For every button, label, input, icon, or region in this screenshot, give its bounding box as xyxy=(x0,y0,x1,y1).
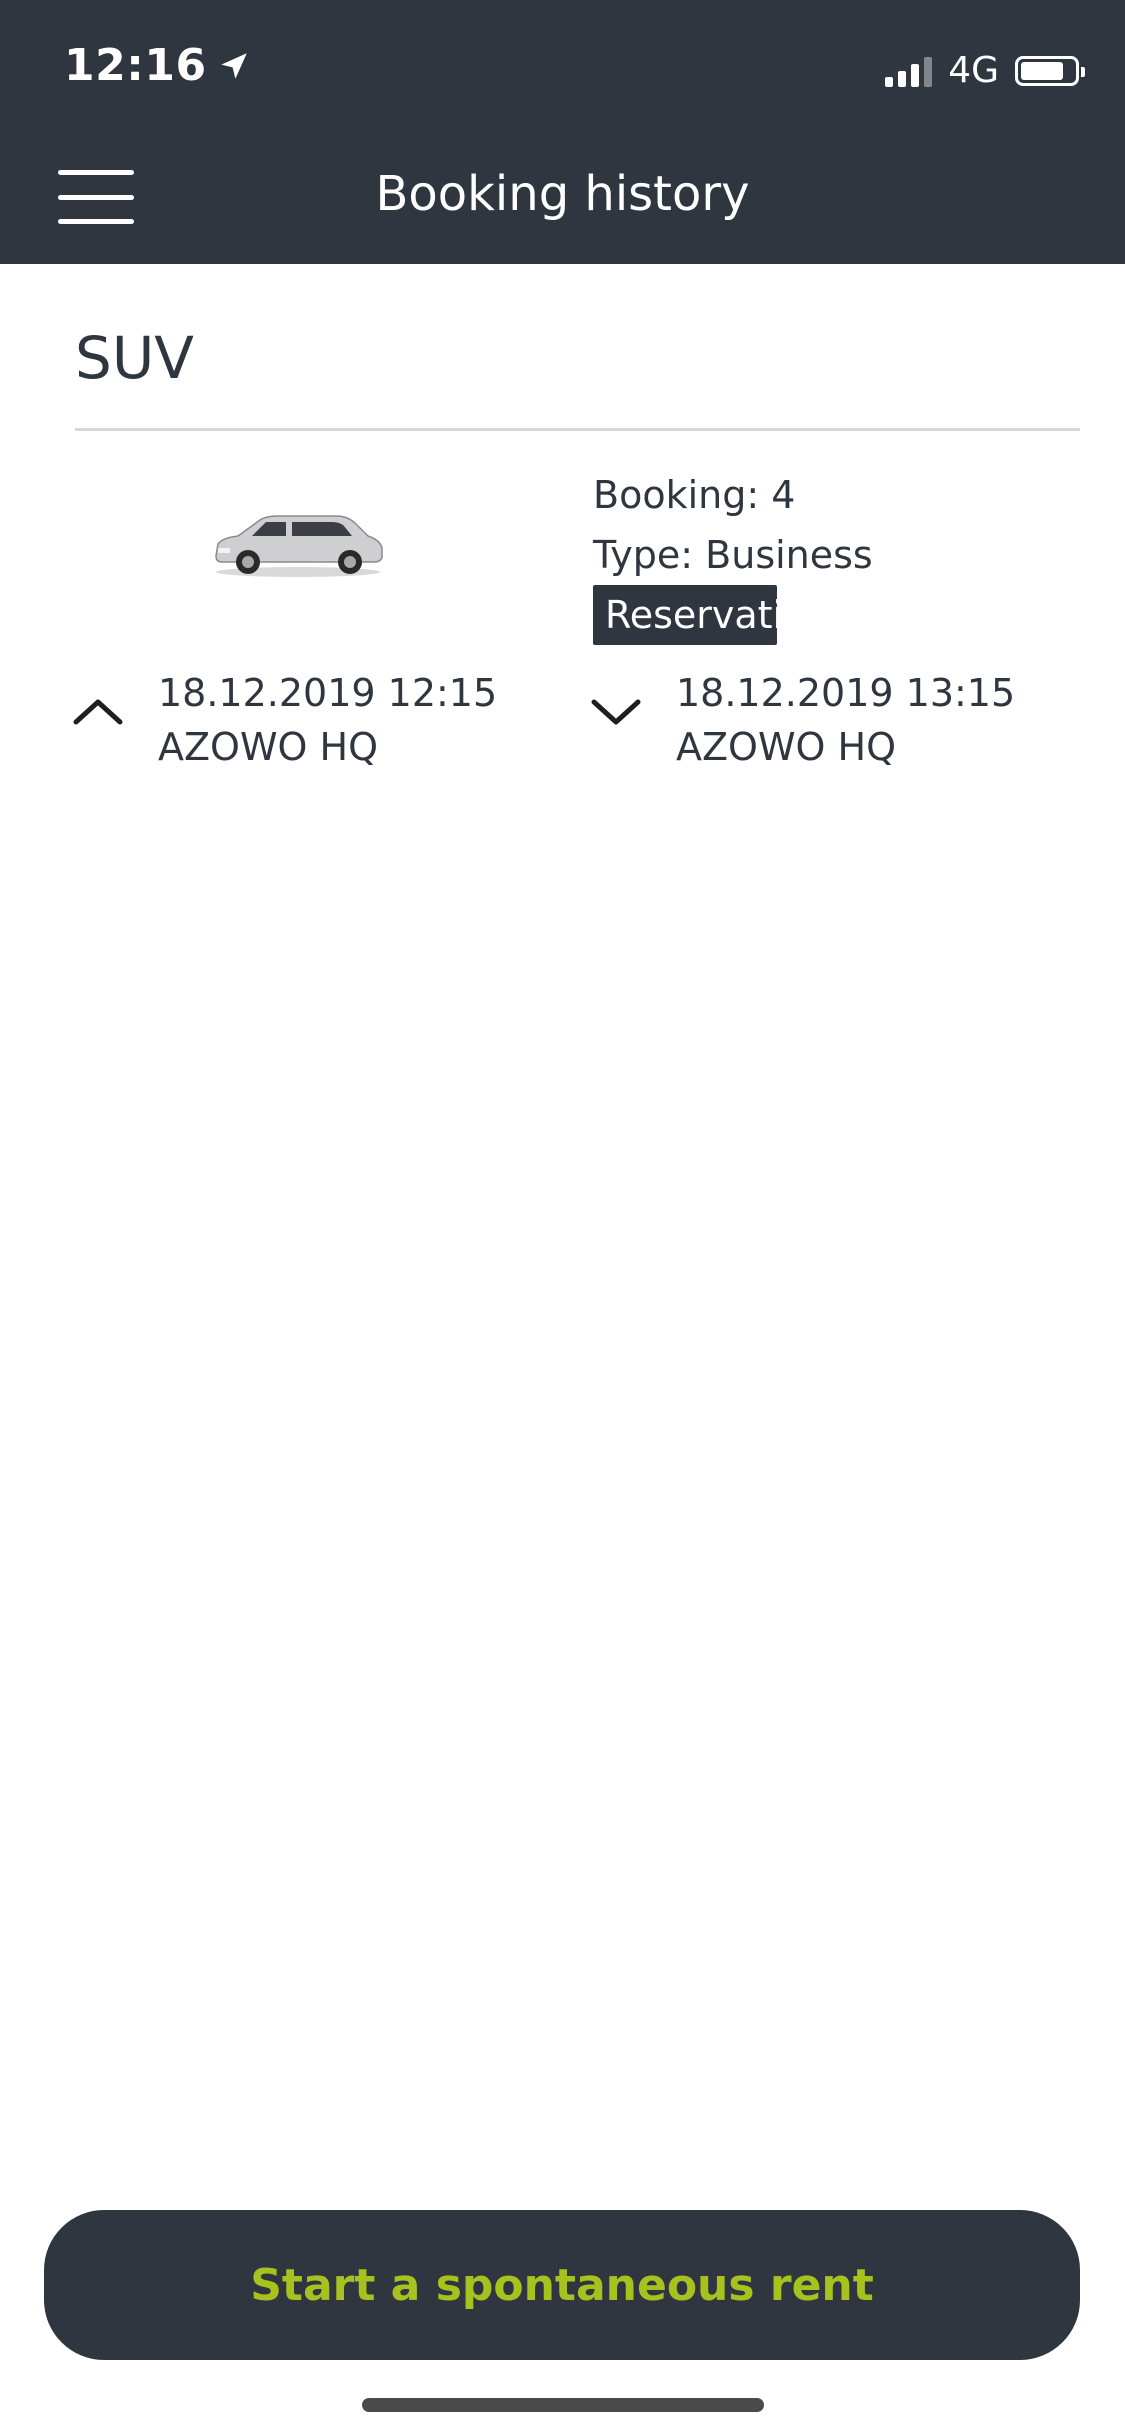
return-location: AZOWO HQ xyxy=(676,725,896,769)
network-label: 4G xyxy=(948,50,999,91)
status-time: 12:16 xyxy=(64,40,251,91)
location-arrow-icon xyxy=(220,52,247,79)
chevron-down-icon xyxy=(591,699,641,725)
return-info: 18.12.2019 13:15 AZOWO HQ xyxy=(590,666,1015,774)
signal-icon xyxy=(885,55,933,87)
car-image xyxy=(215,515,383,577)
home-indicator[interactable] xyxy=(362,2398,764,2412)
return-datetime: 18.12.2019 13:15 xyxy=(676,671,1016,715)
vehicle-category: SUV xyxy=(75,324,194,392)
pickup-info: 18.12.2019 12:15 AZOWO HQ xyxy=(72,666,497,774)
pickup-datetime: 18.12.2019 12:15 xyxy=(158,671,498,715)
pickup-location: AZOWO HQ xyxy=(158,725,378,769)
battery-icon xyxy=(1015,55,1085,86)
booking-info: Booking: 4 Type: Business Reservation xyxy=(593,465,873,645)
page-title: Booking history xyxy=(375,166,750,222)
status-indicators: 4G xyxy=(885,50,1085,91)
chevron-up-icon xyxy=(73,699,123,725)
divider xyxy=(75,428,1080,431)
booking-number: Booking: 4 xyxy=(593,473,796,517)
top-bar: 12:16 4G Booking history xyxy=(0,0,1125,264)
start-spontaneous-rent-button[interactable]: Start a spontaneous rent xyxy=(44,2210,1080,2360)
status-badge: Reservation xyxy=(593,585,830,645)
booking-type: Type: Business xyxy=(593,533,873,577)
